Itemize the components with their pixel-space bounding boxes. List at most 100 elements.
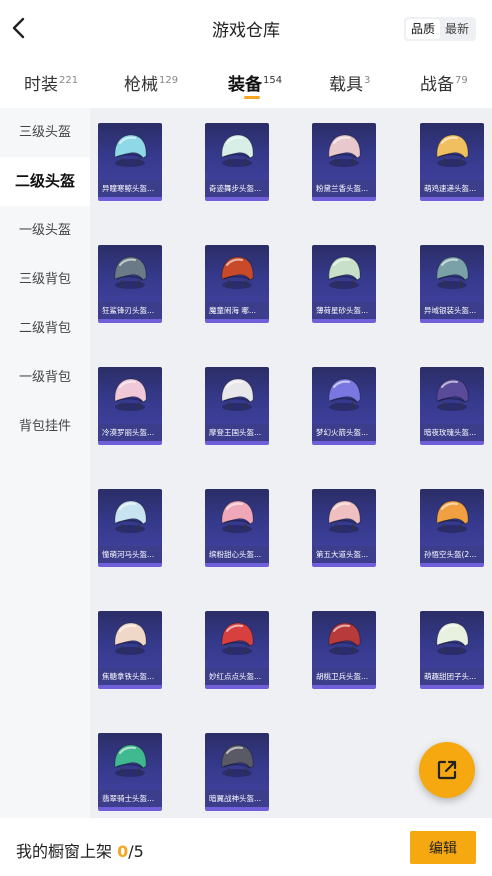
item-name: 翡翠骑士头盔... bbox=[98, 790, 162, 807]
item-card[interactable]: 奇迹舞步头盔... bbox=[205, 123, 269, 201]
category-tabs: 时装221 枪械129 装备154 载具3 战备79 bbox=[0, 58, 492, 108]
helmet-icon bbox=[98, 367, 162, 424]
footer: 我的橱窗上架 0/5 编辑 bbox=[0, 818, 492, 876]
helmet-icon bbox=[312, 489, 376, 546]
item-card[interactable]: 魔童闹海 哪... bbox=[205, 245, 269, 323]
item-name: 梦幻火箭头盔... bbox=[312, 424, 376, 441]
helmet-icon bbox=[205, 367, 269, 424]
item-card[interactable]: 缤粉甜心头盔... bbox=[205, 489, 269, 567]
sidebar-item-level1-helmet[interactable]: 一级头盔 bbox=[0, 206, 90, 255]
tab-equipment[interactable]: 装备154 bbox=[228, 70, 282, 95]
item-name: 魔童闹海 哪... bbox=[205, 302, 269, 319]
edit-button[interactable]: 编辑 bbox=[410, 831, 476, 864]
helmet-icon bbox=[205, 245, 269, 302]
quality-bar bbox=[312, 685, 376, 689]
item-card[interactable]: 憧萌河马头盔... bbox=[98, 489, 162, 567]
item-grid: 异瞳寒鲸头盔... 奇迹舞步头盔... 粉黛兰香头盔... 萌鸡速递头盔... 狂鲨锋刃… bbox=[90, 108, 492, 818]
header: 游戏仓库 品质 最新 bbox=[0, 0, 492, 58]
item-card[interactable]: 摩登王国头盔... bbox=[205, 367, 269, 445]
item-name: 冷漠罗丽头盔... bbox=[98, 424, 162, 441]
quality-bar bbox=[312, 197, 376, 201]
item-name: 薄荷星砂头盔... bbox=[312, 302, 376, 319]
item-name: 憧萌河马头盔... bbox=[98, 546, 162, 563]
sidebar-item-level1-backpack[interactable]: 一级背包 bbox=[0, 353, 90, 402]
tab-supplies[interactable]: 战备79 bbox=[420, 70, 468, 95]
item-name: 暗翼战神头盔... bbox=[205, 790, 269, 807]
quality-bar bbox=[205, 197, 269, 201]
sidebar-item-backpack-charm[interactable]: 背包挂件 bbox=[0, 402, 90, 451]
item-name: 胡桃卫兵头盔... bbox=[312, 668, 376, 685]
sidebar-item-level3-helmet[interactable]: 三级头盔 bbox=[0, 108, 90, 157]
sort-quality-button[interactable]: 品质 bbox=[405, 19, 440, 39]
item-card[interactable]: 萌趣甜团子头... bbox=[420, 611, 484, 689]
item-name: 萌趣甜团子头... bbox=[420, 668, 484, 685]
quality-bar bbox=[98, 807, 162, 811]
item-name: 萌鸡速递头盔... bbox=[420, 180, 484, 197]
share-button[interactable] bbox=[419, 742, 475, 798]
helmet-icon bbox=[420, 611, 484, 668]
quality-bar bbox=[98, 319, 162, 323]
quality-bar bbox=[205, 563, 269, 567]
helmet-icon bbox=[205, 733, 269, 790]
item-card[interactable]: 狂鲨锋刃头盔... bbox=[98, 245, 162, 323]
item-name: 暗夜玫瑰头盔... bbox=[420, 424, 484, 441]
item-card[interactable]: 翡翠骑士头盔... bbox=[98, 733, 162, 811]
item-card[interactable]: 冷漠罗丽头盔... bbox=[98, 367, 162, 445]
quality-bar bbox=[205, 807, 269, 811]
sidebar: 三级头盔 二级头盔 一级头盔 三级背包 二级背包 一级背包 背包挂件 bbox=[0, 108, 90, 818]
item-card[interactable]: 异瞳寒鲸头盔... bbox=[98, 123, 162, 201]
item-card[interactable]: 胡桃卫兵头盔... bbox=[312, 611, 376, 689]
item-card[interactable]: 薄荷星砂头盔... bbox=[312, 245, 376, 323]
sidebar-item-level3-backpack[interactable]: 三级背包 bbox=[0, 255, 90, 304]
item-name: 缤粉甜心头盔... bbox=[205, 546, 269, 563]
quality-bar bbox=[98, 685, 162, 689]
quality-bar bbox=[205, 441, 269, 445]
tab-vehicles[interactable]: 载具3 bbox=[329, 70, 370, 95]
helmet-icon bbox=[98, 733, 162, 790]
quality-bar bbox=[420, 441, 484, 445]
item-card[interactable]: 妙红点点头盔... bbox=[205, 611, 269, 689]
helmet-icon bbox=[420, 123, 484, 180]
helmet-icon bbox=[420, 367, 484, 424]
item-name: 异域银装头盔... bbox=[420, 302, 484, 319]
tab-guns[interactable]: 枪械129 bbox=[124, 70, 178, 95]
helmet-icon bbox=[98, 611, 162, 668]
quality-bar bbox=[98, 441, 162, 445]
helmet-icon bbox=[312, 367, 376, 424]
item-name: 狂鲨锋刃头盔... bbox=[98, 302, 162, 319]
quality-bar bbox=[205, 319, 269, 323]
helmet-icon bbox=[312, 123, 376, 180]
sidebar-item-level2-helmet[interactable]: 二级头盔 bbox=[0, 157, 90, 206]
item-card[interactable]: 焦糖拿铁头盔... bbox=[98, 611, 162, 689]
item-name: 焦糖拿铁头盔... bbox=[98, 668, 162, 685]
helmet-icon bbox=[98, 123, 162, 180]
item-card[interactable]: 粉黛兰香头盔... bbox=[312, 123, 376, 201]
item-card[interactable]: 异域银装头盔... bbox=[420, 245, 484, 323]
helmet-icon bbox=[420, 245, 484, 302]
item-name: 粉黛兰香头盔... bbox=[312, 180, 376, 197]
item-card[interactable]: 孙悟空头盔(2... bbox=[420, 489, 484, 567]
item-name: 异瞳寒鲸头盔... bbox=[98, 180, 162, 197]
helmet-icon bbox=[205, 123, 269, 180]
active-tab-indicator bbox=[244, 96, 260, 99]
quality-bar bbox=[205, 685, 269, 689]
quality-bar bbox=[420, 685, 484, 689]
tab-fashion[interactable]: 时装221 bbox=[24, 70, 78, 95]
sidebar-item-level2-backpack[interactable]: 二级背包 bbox=[0, 304, 90, 353]
quality-bar bbox=[312, 563, 376, 567]
quality-bar bbox=[420, 197, 484, 201]
item-card[interactable]: 暗翼战神头盔... bbox=[205, 733, 269, 811]
quality-bar bbox=[312, 319, 376, 323]
helmet-icon bbox=[98, 489, 162, 546]
quality-bar bbox=[420, 319, 484, 323]
sort-newest-button[interactable]: 最新 bbox=[440, 19, 474, 39]
helmet-icon bbox=[312, 611, 376, 668]
item-card[interactable]: 萌鸡速递头盔... bbox=[420, 123, 484, 201]
item-card[interactable]: 暗夜玫瑰头盔... bbox=[420, 367, 484, 445]
item-name: 妙红点点头盔... bbox=[205, 668, 269, 685]
helmet-icon bbox=[312, 245, 376, 302]
item-card[interactable]: 梦幻火箭头盔... bbox=[312, 367, 376, 445]
helmet-icon bbox=[205, 489, 269, 546]
showcase-status: 我的橱窗上架 0/5 bbox=[16, 842, 144, 861]
item-card[interactable]: 第五大道头盔... bbox=[312, 489, 376, 567]
